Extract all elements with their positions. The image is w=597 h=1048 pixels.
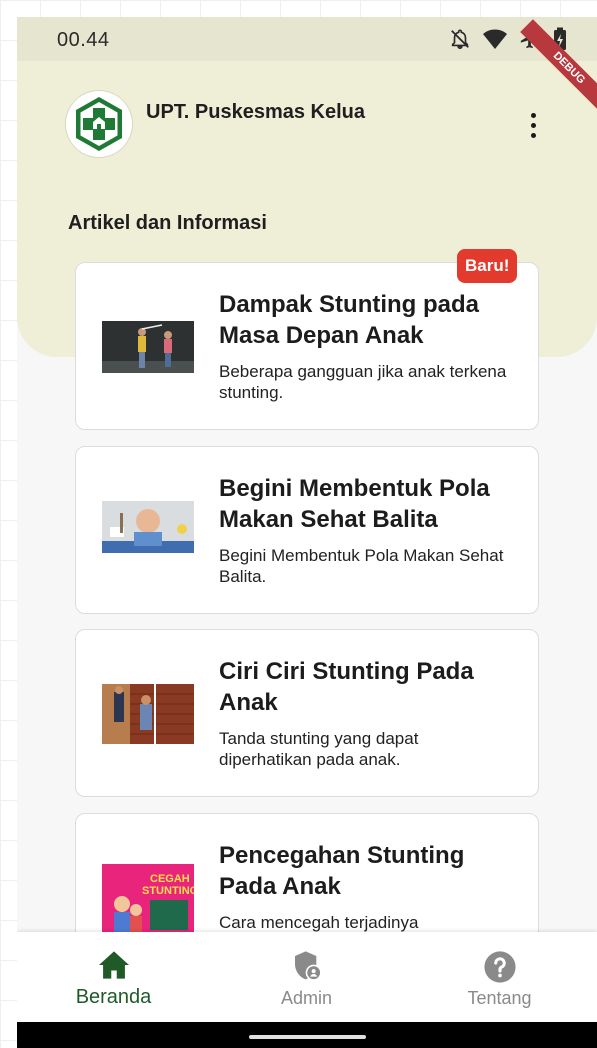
article-card[interactable]: Begini Membentuk Pola Makan Sehat Balita… bbox=[75, 446, 539, 614]
home-icon bbox=[97, 950, 131, 985]
puskesmas-logo-icon bbox=[66, 91, 132, 157]
article-description: Tanda stunting yang dapat diperhatikan p… bbox=[219, 729, 419, 769]
nav-label-tentang: Tentang bbox=[467, 988, 532, 1008]
article-description: Begini Membentuk Pola Makan Sehat Balita… bbox=[219, 546, 504, 586]
nav-label-beranda: Beranda bbox=[75, 986, 152, 1008]
article-title: Ciri Ciri Stunting Pada Anak bbox=[219, 658, 474, 716]
admin-shield-icon bbox=[290, 950, 324, 987]
article-title: Begini Membentuk Pola Makan Sehat Balita bbox=[219, 475, 490, 533]
thumb-text-line2: STUNTING bbox=[142, 885, 194, 897]
article-description: Cara mencegah terjadinya bbox=[219, 913, 419, 932]
notifications-off-icon bbox=[449, 28, 471, 55]
nav-item-tentang[interactable]: Tentang bbox=[403, 932, 596, 1022]
home-gesture-pill[interactable] bbox=[249, 1035, 366, 1039]
nav-item-beranda[interactable]: Beranda bbox=[17, 932, 210, 1022]
article-thumbnail bbox=[102, 684, 194, 744]
more-vert-icon[interactable] bbox=[521, 107, 545, 143]
section-title: Artikel dan Informasi bbox=[68, 212, 267, 234]
bottom-navigation: Beranda Admin Tentang bbox=[17, 932, 597, 1022]
nav-item-admin[interactable]: Admin bbox=[210, 932, 403, 1022]
help-icon bbox=[483, 950, 517, 989]
article-card[interactable]: Dampak Stunting pada Masa Depan Anak Beb… bbox=[75, 262, 539, 430]
new-badge: Baru! bbox=[457, 249, 518, 283]
article-card[interactable]: Ciri Ciri Stunting Pada Anak Tanda stunt… bbox=[75, 629, 539, 797]
phone-screen: 00.44 DEBUG UPT. Puskesmas Kelua Artikel… bbox=[17, 17, 597, 1048]
article-title: Pencegahan Stunting Pada Anak bbox=[219, 842, 465, 900]
thumb-text-line1: CEGAH bbox=[150, 873, 190, 885]
wifi-icon bbox=[483, 28, 507, 55]
app-title: UPT. Puskesmas Kelua bbox=[146, 101, 365, 123]
status-time: 00.44 bbox=[57, 29, 110, 51]
nav-label-admin: Admin bbox=[280, 988, 333, 1008]
article-title: Dampak Stunting pada Masa Depan Anak bbox=[219, 291, 480, 349]
article-thumbnail bbox=[102, 501, 194, 553]
article-thumbnail bbox=[102, 321, 194, 373]
article-description: Beberapa gangguan jika anak terkena stun… bbox=[219, 362, 507, 402]
status-bar: 00.44 bbox=[17, 17, 597, 61]
